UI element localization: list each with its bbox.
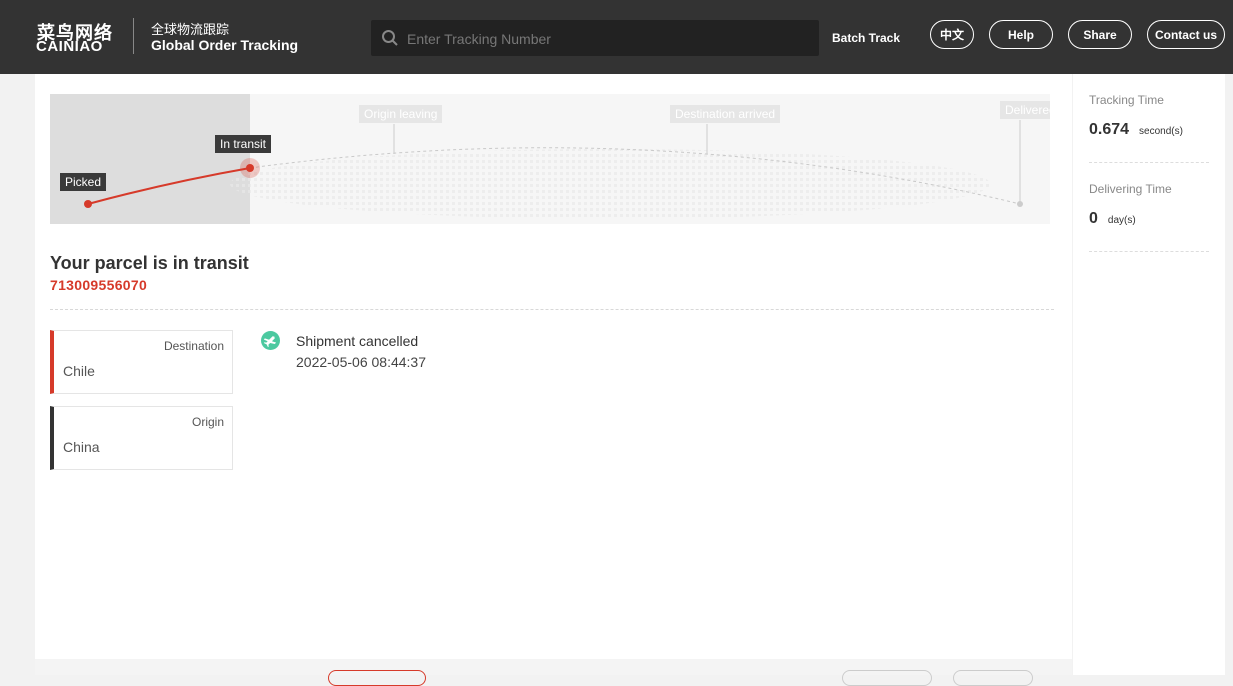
search-box[interactable] (371, 20, 819, 58)
destination-value: Chile (63, 363, 95, 379)
stats-divider (1089, 162, 1209, 163)
completed-route (87, 167, 251, 205)
logo-divider (133, 18, 134, 54)
search-icon (382, 30, 398, 46)
origin-label: Origin (191, 415, 224, 429)
share-button[interactable]: Share (1068, 20, 1132, 49)
origin-value: China (63, 439, 100, 455)
contact-us-button[interactable]: Contact us (1147, 20, 1225, 49)
picked-dot (84, 200, 92, 208)
stage-tag-origin-leaving: Origin leaving (359, 105, 443, 123)
event-time: 2022-05-06 08:44:37 (296, 354, 426, 370)
stage-tag-delivered: Delivered (1000, 101, 1050, 119)
parcel-status-title: Your parcel is in transit (50, 253, 249, 273)
top-header: 菜鸟网络 CAINIAO 全球物流跟踪 Global Order Trackin… (0, 0, 1233, 74)
footer-secondary-button[interactable] (842, 670, 932, 686)
tracking-number-input[interactable] (405, 20, 809, 58)
current-location-dot (246, 164, 254, 172)
footer-action-bar (35, 659, 1072, 686)
progress-route (84, 120, 1023, 219)
language-button[interactable]: 中文 (930, 20, 974, 49)
stage-tag-destination-arrived: Destination arrived (670, 105, 781, 123)
delivering-time-label: Delivering Time (1089, 182, 1172, 196)
batch-track-link[interactable]: Batch Track (832, 31, 900, 45)
stats-panel (1073, 74, 1225, 675)
tracking-time-number: 0.674 (1089, 121, 1130, 138)
stage-tag-picked: Picked (60, 173, 107, 191)
destination-label: Destination (163, 339, 224, 353)
delivering-time-value: 0 day(s) (1089, 210, 1136, 228)
footer-primary-button[interactable] (328, 670, 426, 686)
delivered-dot (1017, 201, 1023, 207)
origin-card: Origin China (50, 406, 233, 470)
world-map-dots (230, 149, 990, 219)
tracking-time-unit: second(s) (1139, 126, 1183, 137)
logo-english[interactable]: CAINIAO (36, 38, 103, 55)
footer-tertiary-button[interactable] (953, 670, 1033, 686)
tracking-time-label: Tracking Time (1089, 93, 1164, 107)
airplane-icon (261, 331, 280, 350)
progress-map: Picked In transit Origin leaving Destina… (50, 94, 1050, 224)
tracking-time-value: 0.674 second(s) (1089, 121, 1183, 139)
help-button[interactable]: Help (989, 20, 1053, 49)
delivering-time-unit: day(s) (1107, 215, 1136, 226)
site-subtitle-chinese: 全球物流跟踪 (151, 22, 230, 37)
event-title: Shipment cancelled (296, 333, 419, 349)
destination-card: Destination Chile (50, 330, 233, 394)
stage-tag-in-transit: In transit (215, 135, 272, 153)
delivering-time-number: 0 (1089, 210, 1098, 227)
site-subtitle-english: Global Order Tracking (151, 37, 299, 53)
tracking-number: 713009556070 (50, 277, 148, 293)
stats-divider (1089, 251, 1209, 252)
section-divider (50, 309, 1054, 310)
